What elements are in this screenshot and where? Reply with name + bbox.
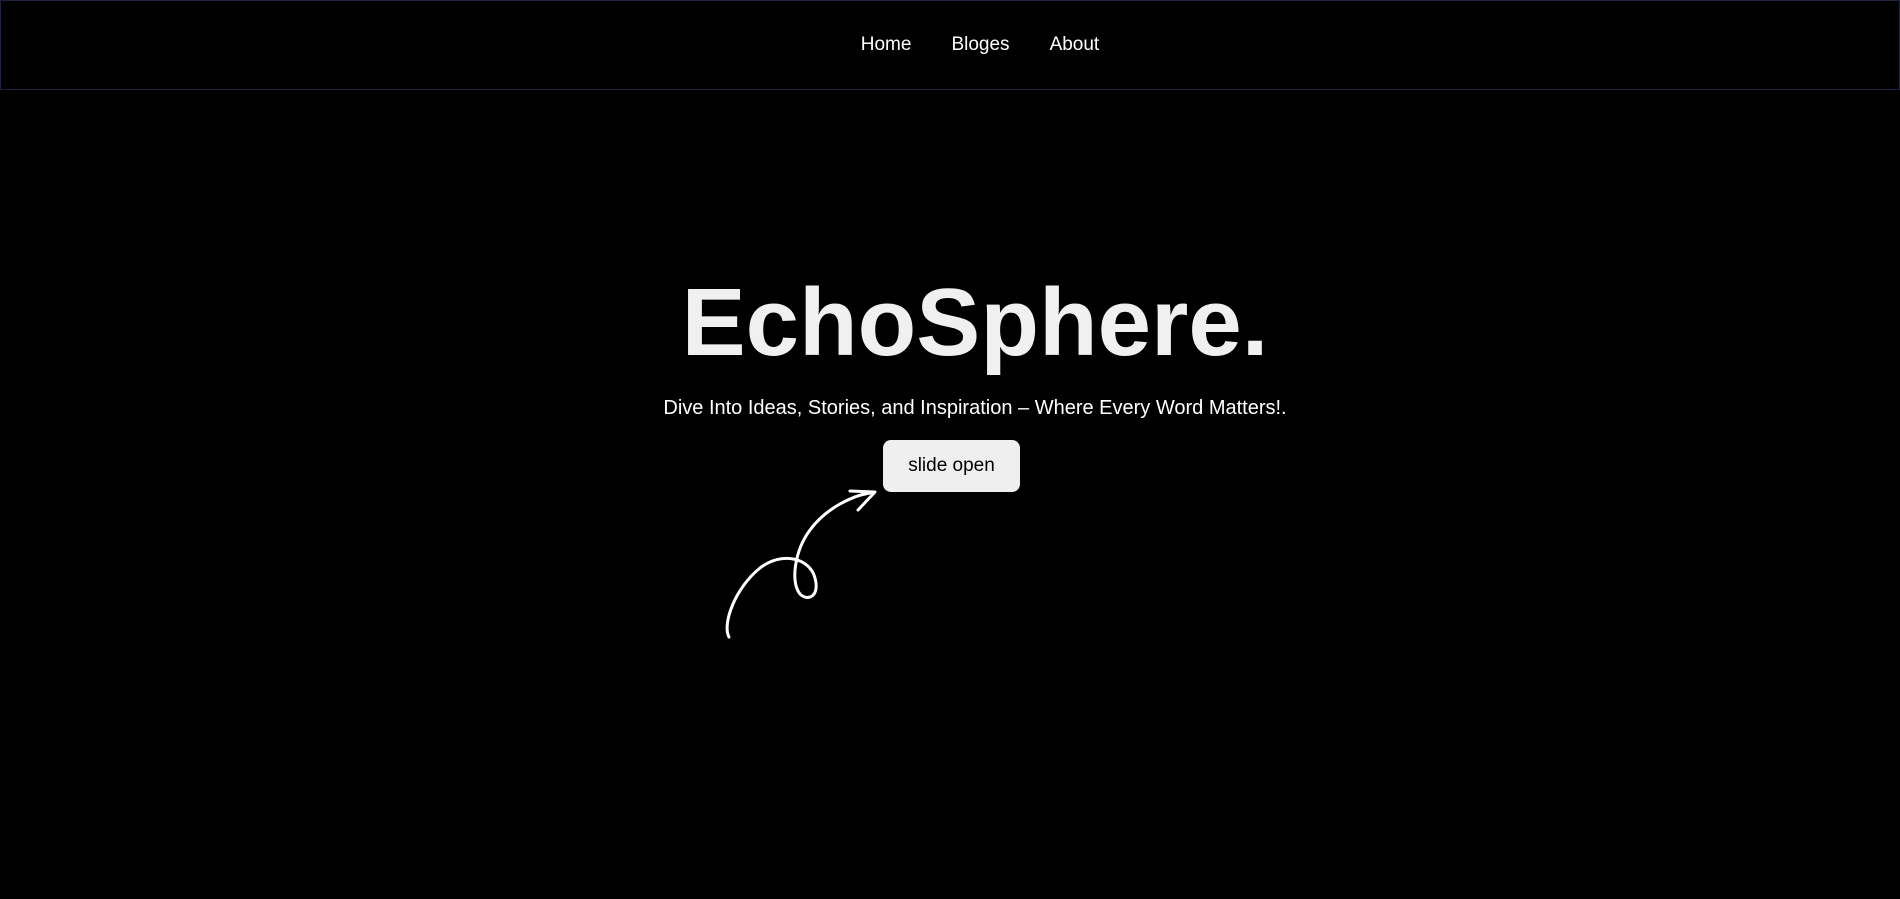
- slide-open-button[interactable]: slide open: [883, 440, 1020, 492]
- hero-title: EchoSphere.: [681, 269, 1269, 376]
- hero-tagline: Dive Into Ideas, Stories, and Inspiratio…: [663, 397, 1287, 419]
- hero-section: EchoSphere. Dive Into Ideas, Stories, an…: [0, 0, 1900, 899]
